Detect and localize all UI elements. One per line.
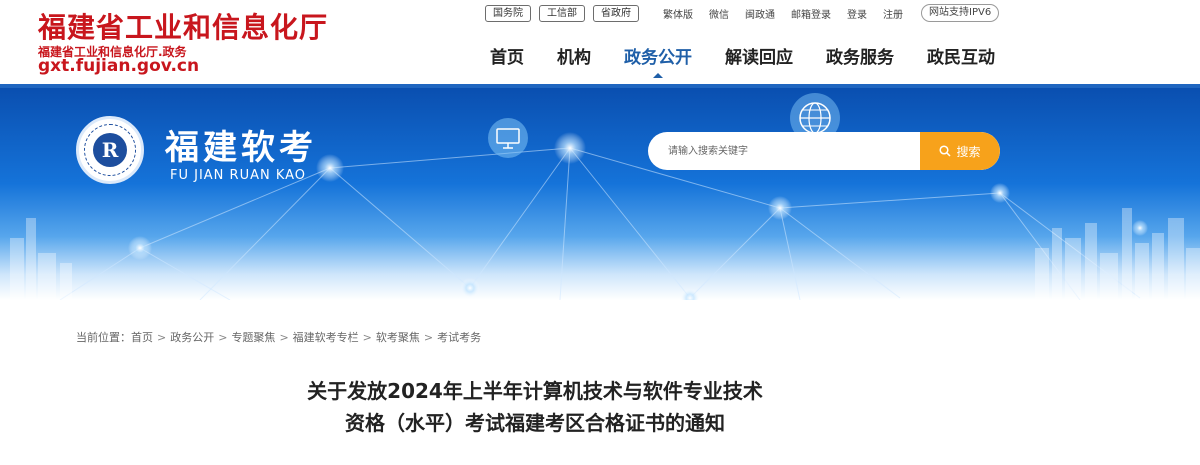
banner-subtitle: FU JIAN RUAN KAO [170,168,307,183]
breadcrumb-separator: > [423,331,434,344]
breadcrumb-item-exam-affairs[interactable]: 考试考务 [437,331,481,344]
login-link[interactable]: 登录 [847,6,867,21]
search-icon [939,145,952,157]
breadcrumb-separator: > [362,331,372,344]
search-button-label: 搜索 [956,144,981,159]
search-input[interactable] [648,132,920,170]
breadcrumb-separator: > [218,331,228,344]
gov-link-miit[interactable]: 工信部 [539,4,585,22]
nav-item-government-services[interactable]: 政务服务 [826,46,894,76]
nav-item-interpretation[interactable]: 解读回应 [725,46,793,76]
nav-item-public-interaction[interactable]: 政民互动 [927,46,995,76]
banner-title: 福建软考 [165,128,317,168]
breadcrumb-item-special-topics[interactable]: 专题聚焦 [231,331,275,344]
computer-icon [488,118,528,158]
emblem-letter: R [93,133,127,167]
article-title-line-1: 关于发放2024年上半年计算机技术与软件专业技术 [307,379,763,403]
article-title-line-2: 资格（水平）考试福建考区合格证书的通知 [345,411,725,435]
nav-item-home[interactable]: 首页 [490,46,524,76]
breadcrumb-prefix: 当前位置： [76,331,131,344]
main-nav: 首页 机构 政务公开 解读回应 政务服务 政民互动 [490,46,1028,78]
breadcrumb-separator: > [157,331,167,344]
banner: R 福建软考 FU JIAN RUAN KAO 搜索 [0,88,1200,300]
site-logo-title[interactable]: 福建省工业和信息化厅 [38,6,328,46]
search-button[interactable]: 搜索 [920,132,1000,170]
top-links-bar: 国务院 工信部 省政府 繁体版 微信 闽政通 邮箱登录 登录 注册 网站支持IP… [485,4,1000,22]
breadcrumb-separator: > [279,331,289,344]
article-title: 关于发放2024年上半年计算机技术与软件专业技术 资格（水平）考试福建考区合格证… [150,375,920,439]
soft-exam-emblem: R [76,116,144,184]
email-login-link[interactable]: 邮箱登录 [791,6,831,21]
site-logo-domain: gxt.fujian.gov.cn [38,56,200,76]
site-header: 福建省工业和信息化厅 福建省工业和信息化厅.政务 gxt.fujian.gov.… [0,0,1200,86]
breadcrumb-item-home[interactable]: 首页 [131,331,153,344]
gov-link-state-council[interactable]: 国务院 [485,4,531,22]
traditional-chinese-link[interactable]: 繁体版 [663,6,693,21]
search-box: 搜索 [648,132,1000,170]
gov-link-provincial-government[interactable]: 省政府 [593,4,639,22]
nav-item-organization[interactable]: 机构 [557,46,591,76]
breadcrumb: 当前位置：首页 > 政务公开 > 专题聚焦 > 福建软考专栏 > 软考聚焦 > 考试考务 [76,329,481,345]
breadcrumb-item-government-affairs[interactable]: 政务公开 [170,331,214,344]
ipv6-badge: 网站支持IPV6 [921,4,1000,22]
nav-item-government-affairs[interactable]: 政务公开 [624,46,692,78]
wechat-link[interactable]: 微信 [709,6,729,21]
register-link[interactable]: 注册 [883,6,903,21]
breadcrumb-item-soft-exam-focus[interactable]: 软考聚焦 [376,331,420,344]
breadcrumb-item-fujian-soft-exam[interactable]: 福建软考专栏 [293,331,359,344]
minzhengtong-link[interactable]: 闽政通 [745,6,775,21]
